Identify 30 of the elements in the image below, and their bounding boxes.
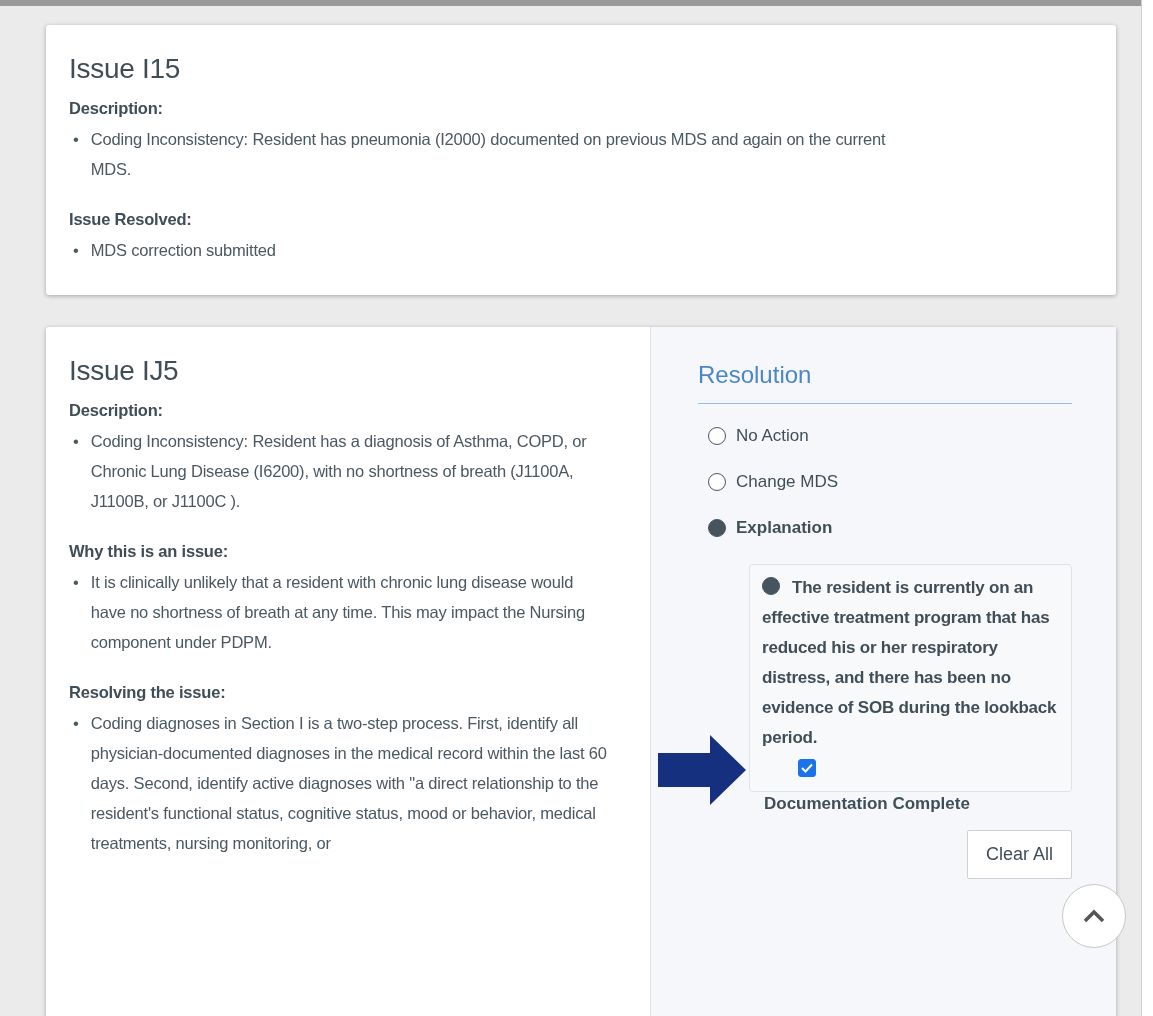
section-heading: Description: [69, 401, 164, 420]
bullet-text: Coding Inconsistency: Resident has pneumonia (I2000) documented on previous MDS and again on the current MDS. [90, 129, 887, 180]
bullet-text: Coding diagnoses in Section I is a two-step process. First, identify all physician-documented diagnoses in the medical record within the last 60 days. Second, identify active diagnoses with "a direct relationship to the resident's functional status, cognitive status, mood or behavior, medical treatments, nursing monitoring, or [90, 713, 608, 854]
option-label[interactable]: Explanation [736, 518, 833, 538]
bullet-text: It is clinically unlikely that a resident with chronic lung disease would have no shortness of breath at any time. This may impact the Nursing component under PDPM. [90, 572, 586, 653]
checkbox[interactable] [798, 759, 816, 777]
explanation-option[interactable]: The resident is currently on an effective treatment program that has reduced his or her respiratory distress, and there has been no evidence of SOB during the lookback period. [762, 573, 1061, 753]
clear-all-button[interactable]: Clear All [966, 830, 1072, 879]
bullet: • [73, 572, 79, 593]
bullet: • [73, 431, 79, 452]
chevron-up-icon [1083, 909, 1105, 923]
bullet-text: Coding Inconsistency: Resident has a diagnosis of Asthma, COPD, or Chronic Lung Disease (I6200), with no shortness of breath (J1100A, J1100B, or J1100C ). [90, 431, 588, 512]
checkbox-label[interactable]: Documentation Complete [764, 794, 1072, 814]
section-heading: Issue Resolved: [69, 210, 193, 229]
issue-title: Issue IJ5 [69, 355, 180, 387]
radio-button[interactable] [708, 473, 726, 491]
section-heading: Description: [69, 99, 164, 118]
bullet: • [73, 240, 79, 261]
radio-button[interactable] [708, 427, 726, 445]
bullet-text: MDS correction submitted [90, 240, 276, 261]
resolution-title: Resolution [698, 361, 1072, 404]
arrow-icon [658, 735, 746, 805]
option-label[interactable]: Change MDS [736, 472, 839, 492]
option-label[interactable]: No Action [736, 426, 809, 446]
section-heading: Why this is an issue: [69, 542, 229, 561]
radio-button[interactable] [708, 519, 726, 537]
bullet: • [73, 129, 79, 150]
bullet: • [73, 713, 79, 734]
issue-title: Issue I15 [69, 53, 181, 85]
section-heading: Resolving the issue: [69, 683, 227, 702]
